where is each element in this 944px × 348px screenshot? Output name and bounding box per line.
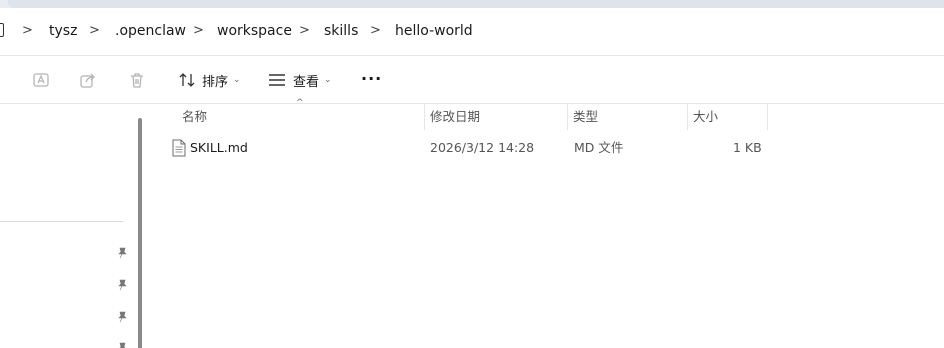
breadcrumb-item-skills[interactable]: skills bbox=[324, 21, 358, 41]
column-header-modified[interactable]: 修改日期 bbox=[430, 104, 480, 130]
file-row[interactable]: SKILL.md 2026/3/12 14:28 MD 文件 1 KB bbox=[150, 136, 944, 160]
sort-ascending-icon: ^ bbox=[296, 98, 304, 108]
column-divider[interactable] bbox=[567, 104, 568, 130]
column-divider[interactable] bbox=[424, 104, 425, 130]
column-header-size[interactable]: 大小 bbox=[693, 104, 718, 130]
breadcrumb-separator-icon[interactable]: > bbox=[22, 21, 33, 41]
command-bar: 排序 ⌄ 查看 ⌄ ··· bbox=[0, 56, 944, 104]
column-divider[interactable] bbox=[767, 104, 768, 130]
view-button-label: 查看 bbox=[293, 74, 320, 90]
more-options-button[interactable]: ··· bbox=[361, 71, 382, 87]
column-divider[interactable] bbox=[687, 104, 688, 130]
chevron-down-icon: ⌄ bbox=[233, 75, 241, 85]
breadcrumb[interactable]: > tysz > .openclaw > workspace > skills … bbox=[0, 8, 944, 56]
file-size: 1 KB bbox=[733, 140, 762, 155]
nav-scrollbar-thumb[interactable] bbox=[138, 118, 142, 348]
file-modified-date: 2026/3/12 14:28 bbox=[430, 140, 535, 155]
view-icon bbox=[269, 74, 285, 86]
column-header-name[interactable]: 名称 bbox=[182, 104, 207, 130]
file-name[interactable]: SKILL.md bbox=[190, 136, 248, 160]
window-top-strip bbox=[0, 0, 944, 8]
breadcrumb-separator-icon[interactable]: > bbox=[299, 21, 310, 41]
file-explorer-window: > tysz > .openclaw > workspace > skills … bbox=[0, 0, 944, 348]
breadcrumb-item-workspace[interactable]: workspace bbox=[217, 21, 292, 41]
breadcrumb-separator-icon[interactable]: > bbox=[89, 21, 100, 41]
pin-icon[interactable] bbox=[116, 342, 128, 348]
pin-icon[interactable] bbox=[116, 247, 128, 259]
delete-icon[interactable] bbox=[126, 69, 148, 91]
document-file-icon bbox=[172, 139, 186, 157]
file-list: ^ 名称 修改日期 类型 大小 SKILL.md 2026/3/12 14:28… bbox=[150, 98, 944, 348]
breadcrumb-separator-icon[interactable]: > bbox=[193, 21, 204, 41]
sort-button[interactable]: 排序 ⌄ bbox=[178, 68, 241, 92]
nav-divider bbox=[0, 221, 123, 222]
device-icon[interactable] bbox=[0, 23, 4, 37]
pin-icon[interactable] bbox=[116, 311, 128, 323]
sort-button-label: 排序 bbox=[202, 74, 229, 90]
breadcrumb-item-hello-world[interactable]: hello-world bbox=[395, 21, 473, 41]
breadcrumb-item-openclaw[interactable]: .openclaw bbox=[115, 21, 186, 41]
share-icon[interactable] bbox=[77, 69, 99, 91]
chevron-down-icon: ⌄ bbox=[324, 75, 332, 85]
breadcrumb-item-tysz[interactable]: tysz bbox=[49, 21, 77, 41]
breadcrumb-separator-icon[interactable]: > bbox=[370, 21, 381, 41]
view-button[interactable]: 查看 ⌄ bbox=[268, 68, 332, 92]
window-top-edge bbox=[8, 0, 944, 8]
sort-icon bbox=[179, 73, 195, 87]
rename-icon[interactable] bbox=[30, 69, 52, 91]
column-header-type[interactable]: 类型 bbox=[573, 104, 598, 130]
navigation-pane[interactable] bbox=[0, 104, 136, 348]
file-type: MD 文件 bbox=[574, 140, 624, 155]
pin-icon[interactable] bbox=[116, 279, 128, 291]
